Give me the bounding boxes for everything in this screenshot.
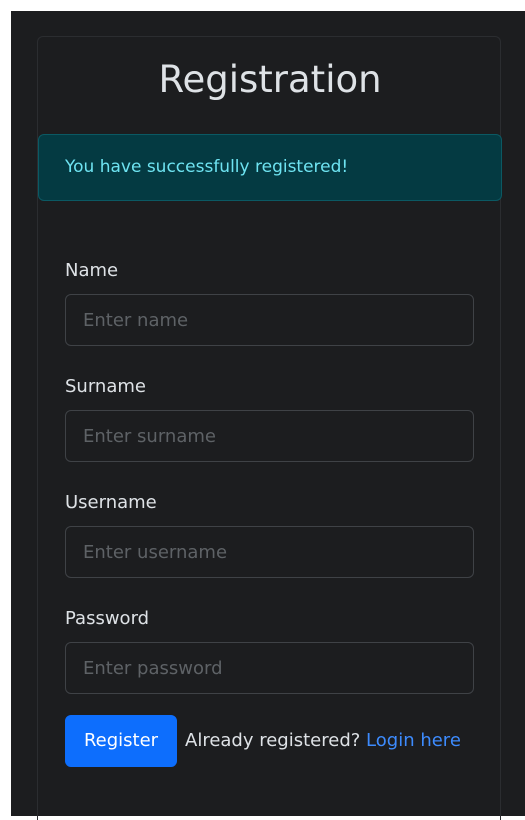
page-title: Registration — [158, 58, 382, 101]
already-registered-text: Already registered? — [185, 730, 361, 751]
surname-input[interactable] — [65, 410, 474, 462]
app-background: Registration You have successfully regis… — [11, 11, 525, 820]
password-label: Password — [65, 608, 150, 629]
login-prompt: Already registered? Login here — [185, 728, 461, 754]
surname-label: Surname — [65, 376, 146, 397]
registration-card: Registration You have successfully regis… — [37, 36, 502, 820]
username-input[interactable] — [65, 526, 474, 578]
password-input[interactable] — [65, 642, 474, 694]
success-alert: You have successfully registered! — [38, 134, 502, 201]
login-link[interactable]: Login here — [366, 730, 461, 751]
name-input[interactable] — [65, 294, 474, 346]
register-button[interactable]: Register — [65, 715, 177, 767]
page: Registration You have successfully regis… — [0, 0, 525, 820]
name-label: Name — [65, 260, 119, 281]
username-label: Username — [65, 492, 157, 513]
